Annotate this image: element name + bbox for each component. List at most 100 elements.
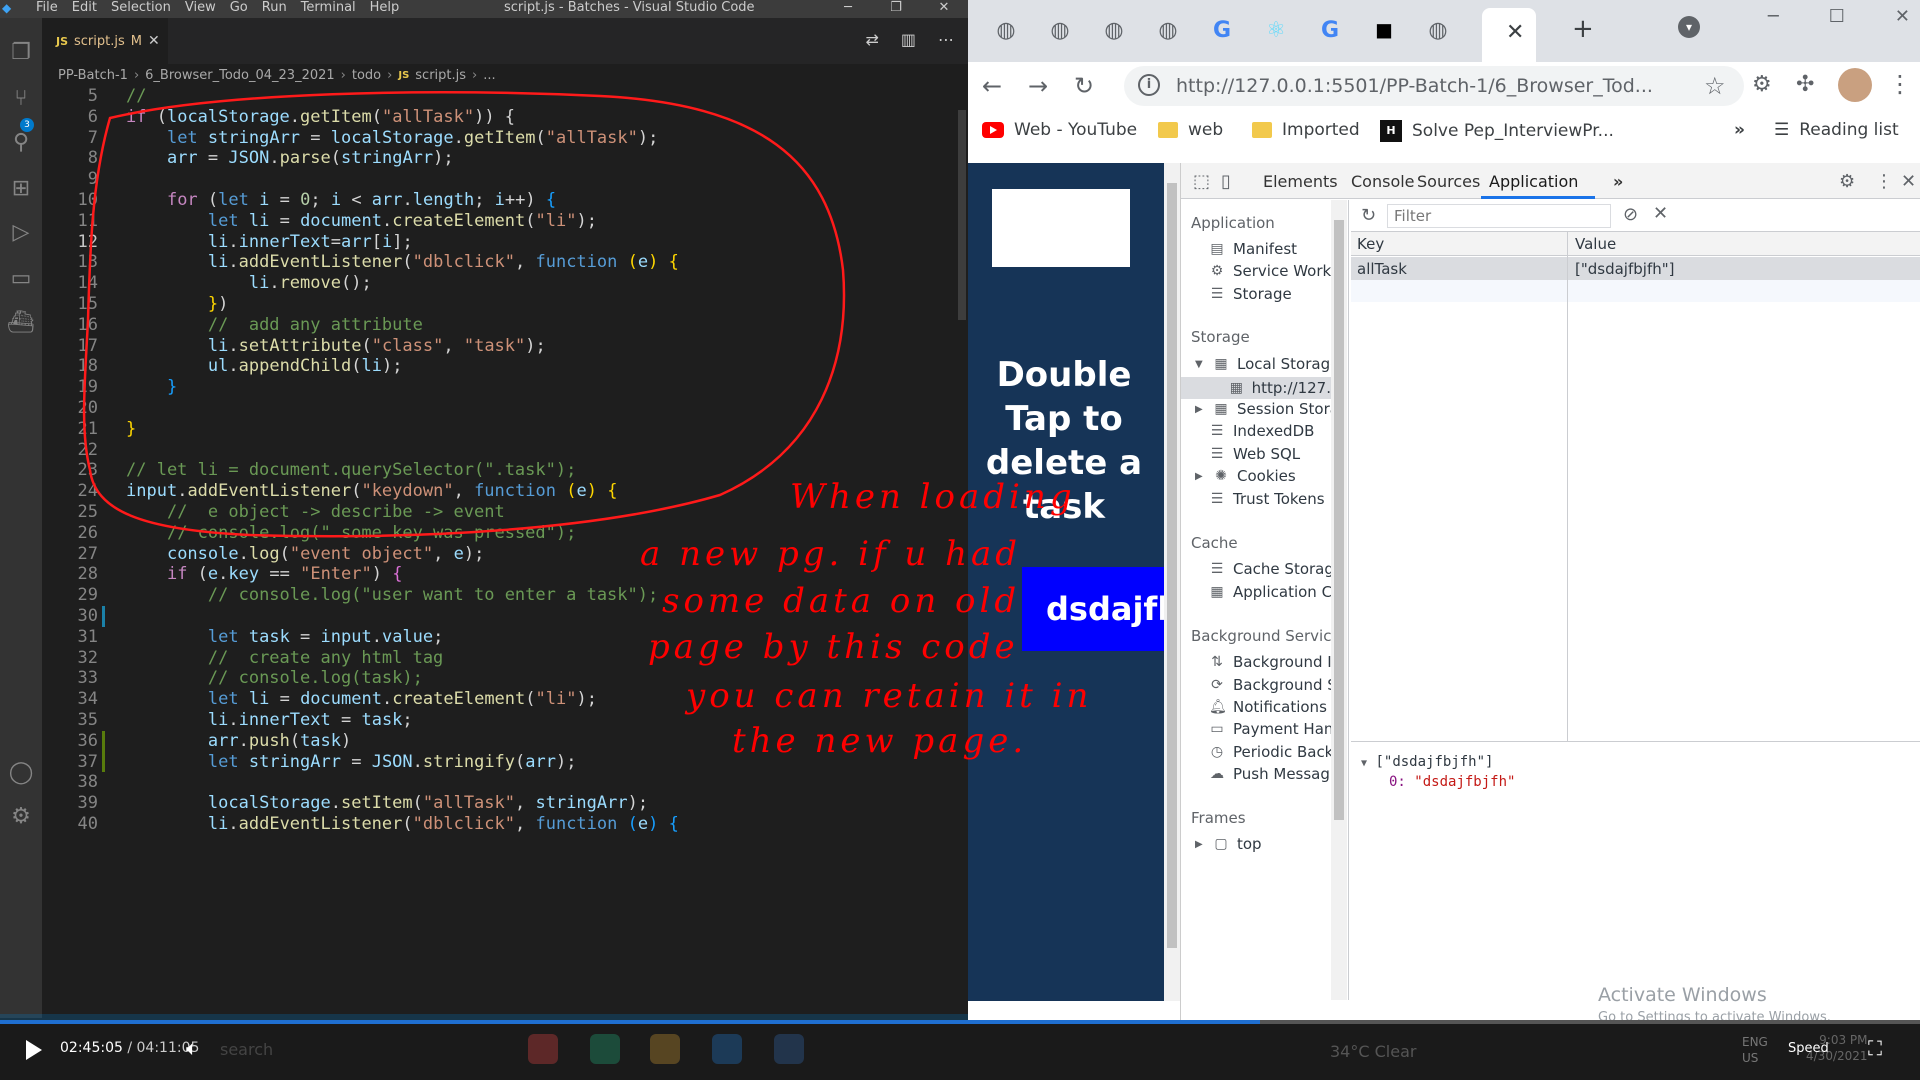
collapsed-triangle-icon[interactable]: ▶ [1195,471,1205,482]
extensions-puzzle-icon[interactable]: ✣ [1796,72,1814,97]
sidebar-scrollbar[interactable] [1331,200,1347,1000]
sidebar-item-manifest[interactable]: ▤ Manifest [1209,240,1297,258]
more-tabs-icon[interactable]: » [1613,172,1623,191]
expanded-triangle-icon[interactable]: ▼ [1195,359,1205,370]
code-line[interactable]: 20 [42,398,968,419]
code-line[interactable]: 36 arr.push(task) [42,731,968,752]
play-icon[interactable] [26,1040,42,1060]
code-line[interactable]: 9 [42,169,968,190]
code-line[interactable]: 35 li.innerText = task; [42,710,968,731]
sidebar-item-push-messaging[interactable]: ☁ Push Messag [1209,765,1330,783]
code-line[interactable]: 32 // create any html tag [42,648,968,669]
bookmark-folder-imported[interactable]: Imported [1252,120,1360,140]
column-header-key[interactable]: Key [1357,235,1384,253]
back-icon[interactable]: ← [982,72,1002,100]
chrome-menu-icon[interactable]: ⋮ [1888,70,1912,98]
sidebar-item-local-storage-origin[interactable]: ▦ http://127. [1181,377,1331,399]
extension-settings-icon[interactable]: ⚙ [1752,72,1772,97]
sidebar-item-storage[interactable]: ☰ Storage [1209,285,1292,303]
source-control-icon[interactable]: ⑂ [6,84,36,114]
fullscreen-exit-icon[interactable]: ⛶ [1868,1036,1882,1060]
collapsed-triangle-icon[interactable]: ▶ [1195,404,1205,415]
code-line[interactable]: 17 li.setAttribute("class", "task"); [42,336,968,357]
devtools-menu-icon[interactable]: ⋮ [1875,171,1893,192]
reload-icon[interactable]: ↻ [1074,72,1094,100]
minimize-icon[interactable]: ─ [1768,6,1779,27]
search-icon[interactable]: ⚲ [6,128,36,158]
video-progress-fill[interactable] [0,1020,1260,1024]
minimize-icon[interactable]: ─ [824,0,872,16]
code-line[interactable]: 7 let stringArr = localStorage.getItem("… [42,128,968,149]
sidebar-item-notifications[interactable]: 🔔︎ Notifications [1209,698,1327,716]
code-line[interactable]: 27 console.log("event object", e); [42,544,968,565]
code-line[interactable]: 29 // console.log("user want to enter a … [42,585,968,606]
bookmark-hackerrank[interactable]: H Solve Pep_InterviewPr... [1380,120,1614,142]
scrollbar-thumb[interactable] [1167,183,1177,948]
delete-selected-icon[interactable]: ✕ [1653,203,1668,224]
bookmark-youtube[interactable]: Web - YouTube [982,120,1137,140]
devtools-close-icon[interactable]: ✕ [1901,171,1916,192]
table-row[interactable]: allTask ["dsdajfbjfh"] [1351,257,1920,280]
code-line[interactable]: 39 localStorage.setItem("allTask", strin… [42,793,968,814]
sidebar-item-payment-handler[interactable]: ▭ Payment Han [1209,720,1333,738]
code-line[interactable]: 13 li.addEventListener("dblclick", funct… [42,252,968,273]
scrollbar-thumb[interactable] [958,110,966,320]
expanded-triangle-icon[interactable]: ▼ [1361,758,1367,769]
browser-tab-globe-icon[interactable]: ◍ [1042,14,1078,48]
explorer-icon[interactable]: ❐ [6,38,36,68]
code-line[interactable]: 19 } [42,377,968,398]
sidebar-item-trust-tokens[interactable]: ☰ Trust Tokens [1209,490,1325,508]
filter-input[interactable]: Filter [1387,204,1611,228]
tab-search-icon[interactable]: ▾ [1678,16,1700,38]
code-line[interactable]: 11 let li = document.createElement("li")… [42,211,968,232]
sidebar-item-background-sync[interactable]: ⟳ Background S [1209,676,1337,694]
tab-script-js[interactable]: JS script.js M ✕ [42,18,168,64]
sidebar-item-web-sql[interactable]: ☰ Web SQL [1209,445,1300,463]
volume-icon[interactable]: 🔈︎ [186,1036,198,1060]
code-line[interactable]: 30 [42,606,968,627]
clear-all-icon[interactable]: ⊘ [1623,204,1638,225]
browser-tab-globe-icon[interactable]: ◍ [988,14,1024,48]
sidebar-item-cookies[interactable]: ▶ ✺ Cookies [1195,467,1296,485]
code-line[interactable]: 28 if (e.key == "Enter") { [42,564,968,585]
forward-icon[interactable]: → [1028,72,1048,100]
tab-close-icon[interactable]: ✕ [148,33,160,49]
browser-tab-globe-icon[interactable]: ◍ [1150,14,1186,48]
accounts-icon[interactable]: ◯ [6,758,36,788]
sidebar-item-cache-storage[interactable]: ☰ Cache Storag [1209,560,1334,578]
code-line[interactable]: 6 if (localStorage.getItem("allTask")) { [42,107,968,128]
menu-go[interactable]: Go [230,0,248,16]
sidebar-item-background-fetch[interactable]: ⇅ Background I [1209,653,1332,671]
browser-tab-google-icon[interactable]: G [1312,14,1348,48]
address-bar[interactable]: i http://127.0.0.1:5501/PP-Batch-1/6_Bro… [1124,66,1744,106]
code-line[interactable]: 16 // add any attribute [42,315,968,336]
code-line[interactable]: 14 li.remove(); [42,273,968,294]
browser-tab-app-icon[interactable]: ◼ [1366,14,1402,48]
settings-gear-icon[interactable]: ⚙ [6,802,36,832]
menu-edit[interactable]: Edit [72,0,97,16]
menu-selection[interactable]: Selection [111,0,171,16]
more-bookmarks-icon[interactable]: » [1734,120,1745,140]
devtools-settings-icon[interactable]: ⚙ [1839,171,1855,192]
code-line[interactable]: 40 li.addEventListener("dblclick", funct… [42,814,968,835]
docker-icon[interactable]: ⛴ [6,308,36,338]
code-editor[interactable]: 5 // 6 if (localStorage.getItem("allTask"))… [42,86,968,1014]
devtools-tab-console[interactable]: Console [1351,172,1415,191]
close-icon[interactable]: ✕ [1895,6,1910,27]
code-line[interactable]: 10 for (let i = 0; i < arr.length; i++) … [42,190,968,211]
address-url[interactable]: http://127.0.0.1:5501/PP-Batch-1/6_Brows… [1176,75,1653,97]
menu-run[interactable]: Run [262,0,287,16]
code-line[interactable]: 5 // [42,86,968,107]
reading-list-button[interactable]: ☰ Reading list [1774,120,1899,140]
sidebar-item-application-cache[interactable]: ▦ Application C [1209,583,1332,601]
column-divider[interactable] [1567,232,1568,742]
maximize-icon[interactable]: ☐ [1829,6,1845,27]
breadcrumb-item[interactable]: 6_Browser_Todo_04_23_2021 [145,68,335,83]
speed-button[interactable]: Speed [1788,1041,1829,1056]
breadcrumb-item[interactable]: todo [352,68,381,83]
breadcrumb-item[interactable]: script.js [415,68,466,83]
split-editor-icon[interactable]: ▥ [901,30,916,49]
code-line[interactable]: 37 let stringArr = JSON.stringify(arr); [42,752,968,773]
collapsed-triangle-icon[interactable]: ▶ [1195,839,1205,850]
sidebar-item-session-storage[interactable]: ▶ ▦ Session Stora [1195,400,1339,418]
